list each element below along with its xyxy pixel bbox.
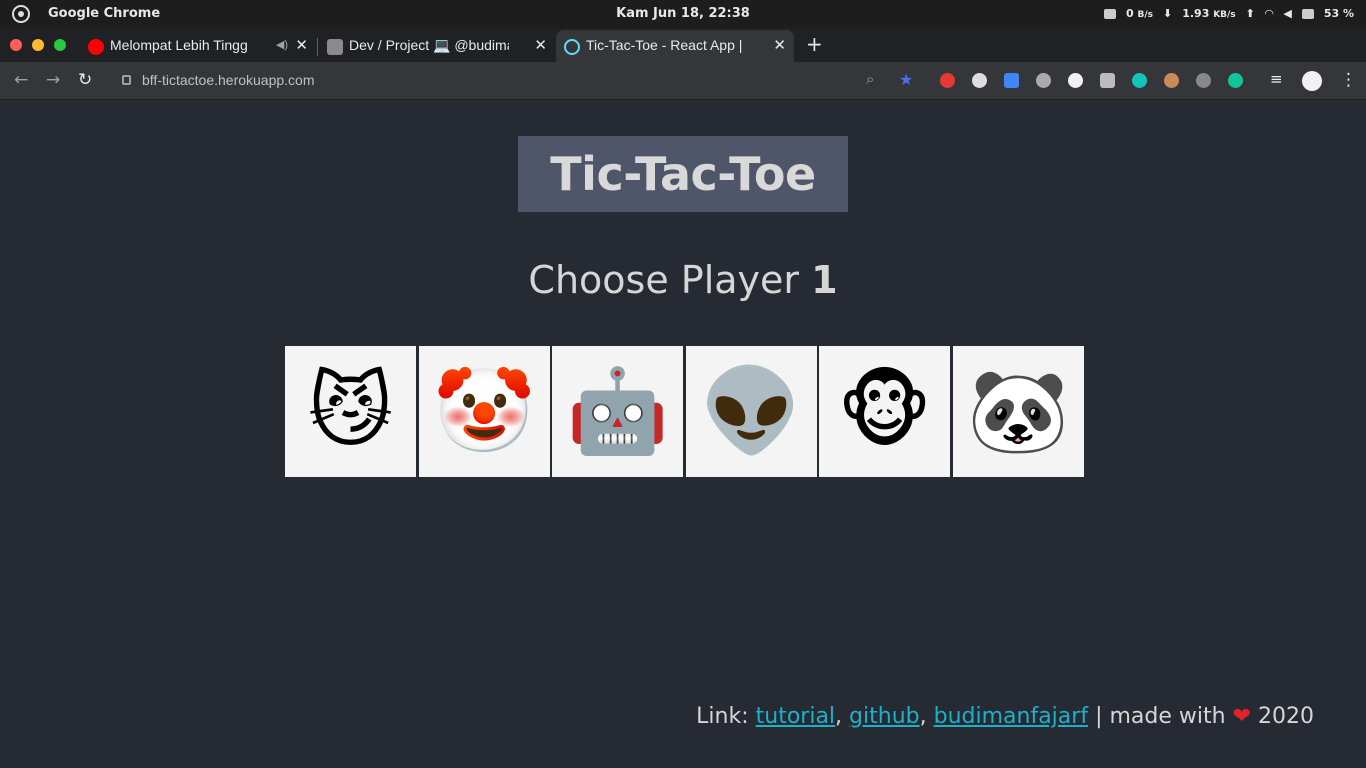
tab-separator [317,38,318,56]
monkey-icon: 🐵 [837,364,932,459]
address-bar[interactable]: bff-tictactoe.herokuapp.com [110,66,860,96]
system-clock[interactable]: Kam Jun 18, 22:38 [600,6,766,21]
bookmark-star-icon[interactable]: ★ [899,70,913,89]
alien-icon: 👽 [699,363,803,459]
speaker-icon[interactable]: ◀) [276,38,288,51]
app-page: Tic-Tac-Toe Choose Player 1 😼 🤡 🤖 👽 🐵 🐼 … [0,100,1366,768]
player-option-panda[interactable]: 🐼 [952,346,1084,477]
extension-icon[interactable] [940,73,955,88]
tutorial-link[interactable]: tutorial [756,704,835,729]
url-text[interactable]: bff-tictactoe.herokuapp.com [142,72,315,88]
battery-level: 53 % [1323,7,1354,20]
tab-title: Dev / Project 💻 @budima [349,37,509,53]
footer-prefix: Link: [696,704,749,729]
arrow-up-icon: ⬆ [1245,7,1255,20]
extension-icon[interactable] [1132,73,1147,88]
tab-dev-project[interactable]: Dev / Project 💻 @budima ✕ [319,30,555,62]
app-title-box: Tic-Tac-Toe [518,136,848,212]
choose-player-heading: Choose Player 1 [0,258,1366,302]
smirking-cat-icon: 😼 [307,364,394,459]
browser-toolbar: ← → ↻ bff-tictactoe.herokuapp.com ⌕ ★ ≡ … [0,62,1366,100]
tab-youtube[interactable]: Melompat Lebih Tingg ◀) ✕ [80,30,316,62]
menu-kebab-icon[interactable]: ⋮ [1340,70,1357,90]
player-option-clown[interactable]: 🤡 [418,346,550,477]
player-options: 😼 🤡 🤖 👽 🐵 🐼 [285,346,1086,477]
close-tab-icon[interactable]: ✕ [773,36,786,54]
footer-year: 2020 [1258,704,1314,729]
new-tab-button[interactable]: + [806,32,823,56]
os-top-bar: Google Chrome Kam Jun 18, 22:38 0 B/s ⬇ … [0,0,1366,28]
browser-tab-strip: Melompat Lebih Tingg ◀) ✕ Dev / Project … [0,28,1366,62]
extension-icon[interactable] [1196,73,1211,88]
tab-title: Tic-Tac-Toe - React App | b [586,37,746,53]
profile-avatar-icon[interactable] [1302,71,1322,91]
ubuntu-logo-icon[interactable] [12,5,30,23]
footer: Link: tutorial, github, budimanfajarf | … [696,704,1314,729]
react-logo-icon [564,39,580,55]
app-title: Tic-Tac-Toe [550,147,816,201]
made-with-text: | made with [1095,704,1226,729]
robot-icon: 🤖 [566,363,669,459]
window-minimize-button[interactable] [32,39,44,51]
lock-icon[interactable] [122,75,131,85]
close-tab-icon[interactable]: ✕ [534,36,547,54]
back-arrow-icon[interactable]: ← [14,70,28,90]
media-queue-icon[interactable]: ≡ [1270,70,1283,88]
choose-player-text: Choose Player [528,258,800,302]
player-option-robot[interactable]: 🤖 [552,346,683,477]
extension-icon[interactable] [1164,73,1179,88]
window-maximize-button[interactable] [54,39,66,51]
reload-icon[interactable]: ↻ [78,70,92,90]
net-download-speed: 0 B/s [1125,7,1153,20]
author-link[interactable]: budimanfajarf [934,704,1088,729]
grammarly-icon[interactable] [1228,73,1243,88]
player-option-monkey[interactable]: 🐵 [819,346,950,477]
image-icon [1103,8,1116,19]
wifi-icon: ◠ [1264,7,1274,20]
close-tab-icon[interactable]: ✕ [295,36,308,54]
translate-icon[interactable] [1004,73,1019,88]
arrow-down-icon: ⬇ [1162,7,1173,20]
camera-icon[interactable] [1100,73,1115,88]
system-status-area[interactable]: 0 B/s ⬇ 1.93 KB/s ⬆ ◠ ◀ 53 % [1103,7,1354,20]
battery-icon [1301,8,1314,19]
extension-icon[interactable] [1036,73,1051,88]
volume-icon: ◀ [1283,7,1292,20]
forward-arrow-icon[interactable]: → [46,70,60,90]
avatar-icon [327,39,343,55]
clown-icon: 🤡 [432,363,536,459]
panda-icon: 🐼 [966,363,1070,459]
window-close-button[interactable] [10,39,22,51]
github-link[interactable]: github [849,704,920,729]
player-number: 1 [811,258,838,302]
tab-tictactoe[interactable]: Tic-Tac-Toe - React App | b ✕ [556,30,794,62]
net-upload-speed: 1.93 KB/s [1182,7,1236,20]
extension-icon[interactable] [972,73,987,88]
heart-icon: ❤ [1232,704,1251,729]
player-option-alien[interactable]: 👽 [685,346,817,477]
zoom-icon[interactable]: ⌕ [866,70,874,88]
extension-icon[interactable] [1068,73,1083,88]
tab-title: Melompat Lebih Tingg [110,37,248,53]
youtube-music-icon [88,39,104,55]
active-app-name[interactable]: Google Chrome [48,6,160,21]
player-option-smirking-cat[interactable]: 😼 [285,346,416,477]
